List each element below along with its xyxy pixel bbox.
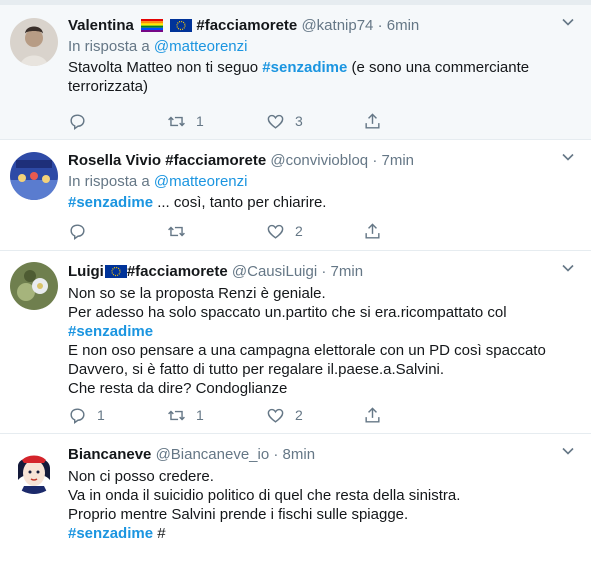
- retweet-icon: [168, 410, 185, 420]
- tweet-text-line: Non so se la proposta Renzi è geniale.: [68, 285, 326, 302]
- reply-context: In risposta a @matteorenzi: [68, 172, 577, 192]
- retweet-count: 1: [196, 407, 204, 423]
- tweet-text: #senzadime ... così, tanto per chiarire.: [68, 193, 577, 212]
- reply-button[interactable]: 1: [68, 403, 105, 427]
- reply-context: In risposta a @matteorenzi: [68, 37, 577, 57]
- user-handle[interactable]: @CausiLuigi: [232, 263, 317, 280]
- tweet-text-line: Proprio mentre Salvini prende i fischi s…: [68, 506, 409, 523]
- share-button[interactable]: [363, 219, 382, 243]
- share-button[interactable]: [363, 109, 382, 133]
- timestamp[interactable]: 6min: [387, 17, 420, 34]
- reply-prefix: In risposta a: [68, 38, 150, 55]
- user-handle[interactable]: @Biancaneve_io: [156, 446, 270, 463]
- reply-icon: [70, 113, 85, 130]
- heart-icon: [267, 408, 284, 423]
- tweet-text-line: Che resta da dire? Condoglianze: [68, 380, 288, 397]
- reply-icon: [70, 223, 85, 240]
- tweet[interactable]: Luigi #facciamorete @CausiLuigi · 7min N…: [0, 251, 591, 434]
- tweet-text-part: Stavolta Matteo non ti seguo: [68, 59, 263, 76]
- display-name-hashtag[interactable]: #facciamorete: [127, 263, 228, 280]
- separator-dot: ·: [273, 446, 279, 463]
- separator-dot: ·: [321, 263, 327, 280]
- tweet-text: Non so se la proposta Renzi è geniale. P…: [68, 284, 577, 398]
- heart-icon: [267, 114, 284, 129]
- avatar[interactable]: [10, 262, 58, 310]
- display-name[interactable]: Rosella Vivio: [68, 152, 161, 169]
- separator-dot: ·: [372, 152, 378, 169]
- hashtag-link[interactable]: #senzadime: [68, 525, 153, 542]
- like-count: 3: [295, 113, 303, 129]
- reply-to-link[interactable]: @matteorenzi: [154, 38, 248, 55]
- reply-button[interactable]: [68, 219, 97, 243]
- tweet-header: Luigi #facciamorete @CausiLuigi · 7min: [68, 261, 577, 283]
- like-button[interactable]: 2: [266, 403, 303, 427]
- share-button[interactable]: [363, 403, 382, 427]
- rainbow-flag-icon: [141, 17, 164, 32]
- tweet-text-line: E non oso pensare a una campagna elettor…: [68, 342, 546, 359]
- tweet[interactable]: Rosella Vivio #facciamorete @convivioblo…: [0, 140, 591, 251]
- retweet-icon: [168, 226, 185, 236]
- tweet-text-line: Non ci posso credere.: [68, 468, 214, 485]
- reply-icon: [70, 407, 85, 424]
- like-count: 2: [295, 407, 303, 423]
- display-name-hashtag[interactable]: #facciamorete: [196, 17, 297, 34]
- hashtag-link[interactable]: #senzadime: [68, 322, 577, 341]
- tweet[interactable]: Biancaneve @Biancaneve_io · 8min Non ci …: [0, 434, 591, 585]
- tweet-text-line: Per adesso ha solo spaccato un.partito c…: [68, 304, 507, 321]
- retweet-button[interactable]: 1: [167, 109, 204, 133]
- hashtag-link[interactable]: #senzadime: [68, 194, 153, 211]
- reply-button[interactable]: [68, 109, 97, 133]
- timestamp[interactable]: 7min: [381, 152, 414, 169]
- retweet-icon: [168, 116, 185, 126]
- like-count: 2: [295, 223, 303, 239]
- tweet-header: Valentina #facciamorete @katnip74 · 6min: [68, 15, 577, 37]
- reply-to-link[interactable]: @matteorenzi: [154, 173, 248, 190]
- tweet[interactable]: Valentina #facciamorete @katnip74 · 6min…: [0, 5, 591, 140]
- chevron-down-icon[interactable]: [561, 261, 575, 275]
- tweet-text-part: #: [153, 525, 166, 542]
- display-name[interactable]: Valentina: [68, 17, 134, 34]
- tweet-header: Biancaneve @Biancaneve_io · 8min: [68, 444, 577, 466]
- display-name[interactable]: Biancaneve: [68, 446, 151, 463]
- retweet-button[interactable]: 1: [167, 403, 204, 427]
- like-button[interactable]: 3: [266, 109, 303, 133]
- avatar[interactable]: [10, 18, 58, 66]
- timestamp[interactable]: 8min: [283, 446, 316, 463]
- reply-prefix: In risposta a: [68, 173, 150, 190]
- display-name[interactable]: Luigi: [68, 263, 104, 280]
- tweet-header: Rosella Vivio #facciamorete @convivioblo…: [68, 150, 577, 172]
- tweet-text-line: #senzadime #: [68, 524, 577, 543]
- avatar[interactable]: [10, 152, 58, 200]
- chevron-down-icon[interactable]: [561, 15, 575, 29]
- retweet-button[interactable]: [167, 219, 196, 243]
- display-name-hashtag[interactable]: #facciamorete: [165, 152, 266, 169]
- chevron-down-icon[interactable]: [561, 444, 575, 458]
- share-icon: [365, 112, 380, 129]
- tweet-text-part: ... così, tanto per chiarire.: [153, 194, 327, 211]
- share-icon: [365, 222, 380, 239]
- eu-flag-icon: [170, 17, 193, 32]
- user-handle[interactable]: @conviviobloq: [270, 152, 368, 169]
- reply-count: 1: [97, 407, 105, 423]
- timestamp[interactable]: 7min: [331, 263, 364, 280]
- eu-flag-icon: [104, 263, 127, 278]
- heart-icon: [267, 224, 284, 239]
- retweet-count: 1: [196, 113, 204, 129]
- avatar[interactable]: [10, 446, 58, 494]
- tweet-text-line: Davvero, si è fatto di tutto per regalar…: [68, 361, 445, 378]
- tweet-text-line: Va in onda il suicidio politico di quel …: [68, 487, 461, 504]
- hashtag-link[interactable]: #senzadime: [262, 59, 347, 76]
- separator-dot: ·: [377, 17, 383, 34]
- tweet-text: Stavolta Matteo non ti seguo #senzadime …: [68, 58, 577, 96]
- chevron-down-icon[interactable]: [561, 150, 575, 164]
- like-button[interactable]: 2: [266, 219, 303, 243]
- tweet-text: Non ci posso credere. Va in onda il suic…: [68, 467, 577, 543]
- user-handle[interactable]: @katnip74: [301, 17, 373, 34]
- share-icon: [365, 406, 380, 423]
